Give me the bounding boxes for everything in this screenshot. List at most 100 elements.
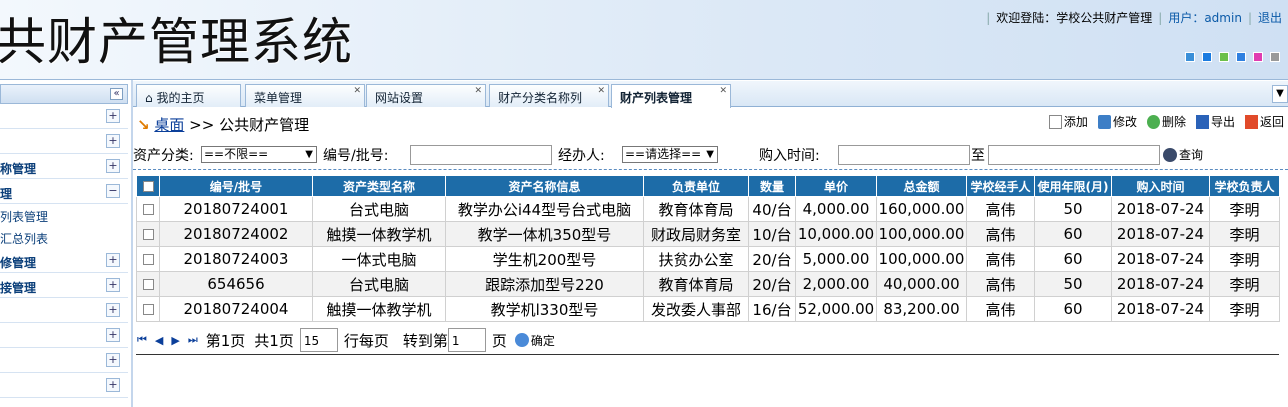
- prev-page-icon[interactable]: ◀: [155, 334, 163, 347]
- row-checkbox[interactable]: [136, 196, 160, 222]
- table-cell: 财政局财务室: [643, 221, 749, 247]
- theme-swatch-0[interactable]: [1185, 52, 1195, 62]
- last-page-icon[interactable]: ⏭: [188, 333, 198, 347]
- date-end-input[interactable]: [988, 145, 1160, 165]
- action-toolbar: 添加 修改 删除 导出 返回: [1048, 113, 1284, 130]
- close-tab-icon[interactable]: ✕: [353, 86, 361, 96]
- column-header[interactable]: 资产类型名称: [312, 175, 446, 197]
- row-checkbox[interactable]: [136, 221, 160, 247]
- tab-site-settings[interactable]: 网站设置 ✕: [366, 84, 486, 107]
- table-row[interactable]: 20180724003 一体式电脑 学生机200型号 扶贫办公室 20/台 5,000.0…: [136, 246, 1280, 272]
- sidebar-group[interactable]: 理 −: [0, 179, 128, 204]
- tab-menu-button[interactable]: ▼: [1272, 85, 1288, 103]
- row-checkbox[interactable]: [136, 271, 160, 297]
- expand-icon[interactable]: +: [106, 159, 120, 173]
- theme-swatch-1[interactable]: [1202, 52, 1212, 62]
- expand-icon[interactable]: +: [106, 303, 120, 317]
- back-button[interactable]: 返回: [1244, 113, 1284, 130]
- sidebar-group[interactable]: +: [0, 323, 128, 348]
- tab-label: 财产分类名称列: [498, 91, 583, 105]
- sidebar-group[interactable]: 称管理 +: [0, 154, 128, 179]
- table-row[interactable]: 20180724001 台式电脑 教学办公i44型号台式电脑 教育体育局 40/台 4,0…: [136, 196, 1280, 222]
- sidebar-group-label: 接管理: [0, 281, 37, 295]
- goto-page-input[interactable]: 1: [447, 328, 486, 352]
- column-header[interactable]: 数量: [748, 175, 796, 197]
- expand-icon[interactable]: +: [106, 278, 120, 292]
- theme-swatch-5[interactable]: [1270, 52, 1280, 62]
- tab-menu-manage[interactable]: 菜单管理 ✕: [245, 84, 365, 107]
- handler-select[interactable]: ==请选择== ▼: [622, 146, 718, 163]
- sidebar-group-label: 理: [0, 187, 13, 201]
- add-icon: [1048, 114, 1062, 129]
- column-header[interactable]: 单价: [795, 175, 877, 197]
- theme-swatch-4[interactable]: [1253, 52, 1263, 62]
- next-page-icon[interactable]: ▶: [171, 334, 179, 347]
- table-cell: 李明: [1209, 296, 1280, 322]
- confirm-button[interactable]: 确定: [514, 332, 555, 349]
- table-row[interactable]: 654656 台式电脑 跟踪添加型号220 教育体育局 20/台 2,000.00 40,0…: [136, 271, 1280, 297]
- sidebar-subitem[interactable]: 汇总列表: [0, 226, 128, 248]
- sidebar-group[interactable]: +: [0, 298, 128, 323]
- expand-icon[interactable]: +: [106, 353, 120, 367]
- query-button[interactable]: 查询: [1163, 146, 1203, 163]
- add-button[interactable]: 添加: [1048, 113, 1088, 130]
- per-page-label: 行每页: [343, 331, 389, 350]
- expand-icon[interactable]: +: [106, 134, 120, 148]
- sidebar-group[interactable]: +: [0, 129, 128, 154]
- theme-swatch-3[interactable]: [1236, 52, 1246, 62]
- tab-category-list[interactable]: 财产分类名称列 ✕: [489, 84, 609, 107]
- logout-link[interactable]: 退出: [1258, 11, 1282, 25]
- collapse-icon[interactable]: −: [106, 184, 120, 198]
- tab-home[interactable]: ⌂ 我的主页: [136, 84, 241, 107]
- table-cell: 20180724004: [159, 296, 313, 322]
- user-link[interactable]: 用户：admin: [1168, 11, 1242, 25]
- close-tab-icon[interactable]: ✕: [597, 86, 605, 96]
- row-checkbox[interactable]: [136, 296, 160, 322]
- per-page-input[interactable]: 15: [299, 328, 338, 352]
- category-select[interactable]: ==不限== ▼: [201, 146, 317, 163]
- column-header[interactable]: 编号/批号: [159, 175, 313, 197]
- edit-button[interactable]: 修改: [1097, 113, 1137, 130]
- column-header[interactable]: 购入时间: [1111, 175, 1210, 197]
- tab-property-list[interactable]: 财产列表管理 ✕: [611, 84, 731, 108]
- column-header[interactable]: 学校负责人: [1209, 175, 1280, 197]
- table-cell: 83,200.00: [876, 296, 967, 322]
- collapse-sidebar-button[interactable]: «: [110, 88, 123, 100]
- breadcrumb-current: 公共财产管理: [219, 116, 310, 134]
- expand-icon[interactable]: +: [106, 378, 120, 392]
- column-header[interactable]: 使用年限(月): [1034, 175, 1112, 197]
- theme-swatch-2[interactable]: [1219, 52, 1229, 62]
- expand-icon[interactable]: +: [106, 253, 120, 267]
- number-input[interactable]: [410, 145, 552, 165]
- row-checkbox[interactable]: [136, 246, 160, 272]
- export-label: 导出: [1210, 115, 1235, 129]
- sidebar-subitem[interactable]: 列表管理: [0, 204, 128, 226]
- column-header[interactable]: 学校经手人: [966, 175, 1035, 197]
- column-header[interactable]: 总金额: [876, 175, 967, 197]
- table-row[interactable]: 20180724002 触摸一体教学机 教学一体机350型号 财政局财务室 10/台 10…: [136, 221, 1280, 247]
- close-tab-icon[interactable]: ✕: [474, 86, 482, 96]
- select-all-checkbox[interactable]: [136, 175, 160, 197]
- delete-button[interactable]: 删除: [1146, 113, 1186, 130]
- expand-icon[interactable]: +: [106, 109, 120, 123]
- expand-icon[interactable]: +: [106, 328, 120, 342]
- sidebar-subitem-label: 汇总列表: [0, 232, 49, 246]
- sidebar-group[interactable]: +: [0, 373, 128, 398]
- export-button[interactable]: 导出: [1195, 113, 1235, 130]
- table-cell: 李明: [1209, 196, 1280, 222]
- table-header-row: 编号/批号 资产类型名称 资产名称信息 负责单位 数量 单价 总金额 学校经手人 使用年限(月)…: [136, 175, 1280, 197]
- sidebar-group[interactable]: +: [0, 348, 128, 373]
- column-header[interactable]: 负责单位: [643, 175, 749, 197]
- breadcrumb-home[interactable]: 桌面: [154, 116, 184, 134]
- breadcrumb: ↘ 桌面 >> 公共财产管理: [137, 114, 309, 135]
- chevron-down-icon: ▼: [305, 149, 313, 160]
- sidebar-group[interactable]: 接管理 +: [0, 273, 128, 298]
- date-start-input[interactable]: [838, 145, 970, 165]
- sidebar-group[interactable]: 修管理 +: [0, 248, 128, 273]
- sidebar-group-label: 称管理: [0, 162, 37, 176]
- sidebar-group[interactable]: +: [0, 104, 128, 129]
- first-page-icon[interactable]: ⏮: [137, 333, 147, 347]
- column-header[interactable]: 资产名称信息: [445, 175, 644, 197]
- table-row[interactable]: 20180724004 触摸一体教学机 教学机l330型号 发改委人事部 16/台 52,…: [136, 296, 1280, 322]
- close-tab-icon[interactable]: ✕: [719, 86, 727, 96]
